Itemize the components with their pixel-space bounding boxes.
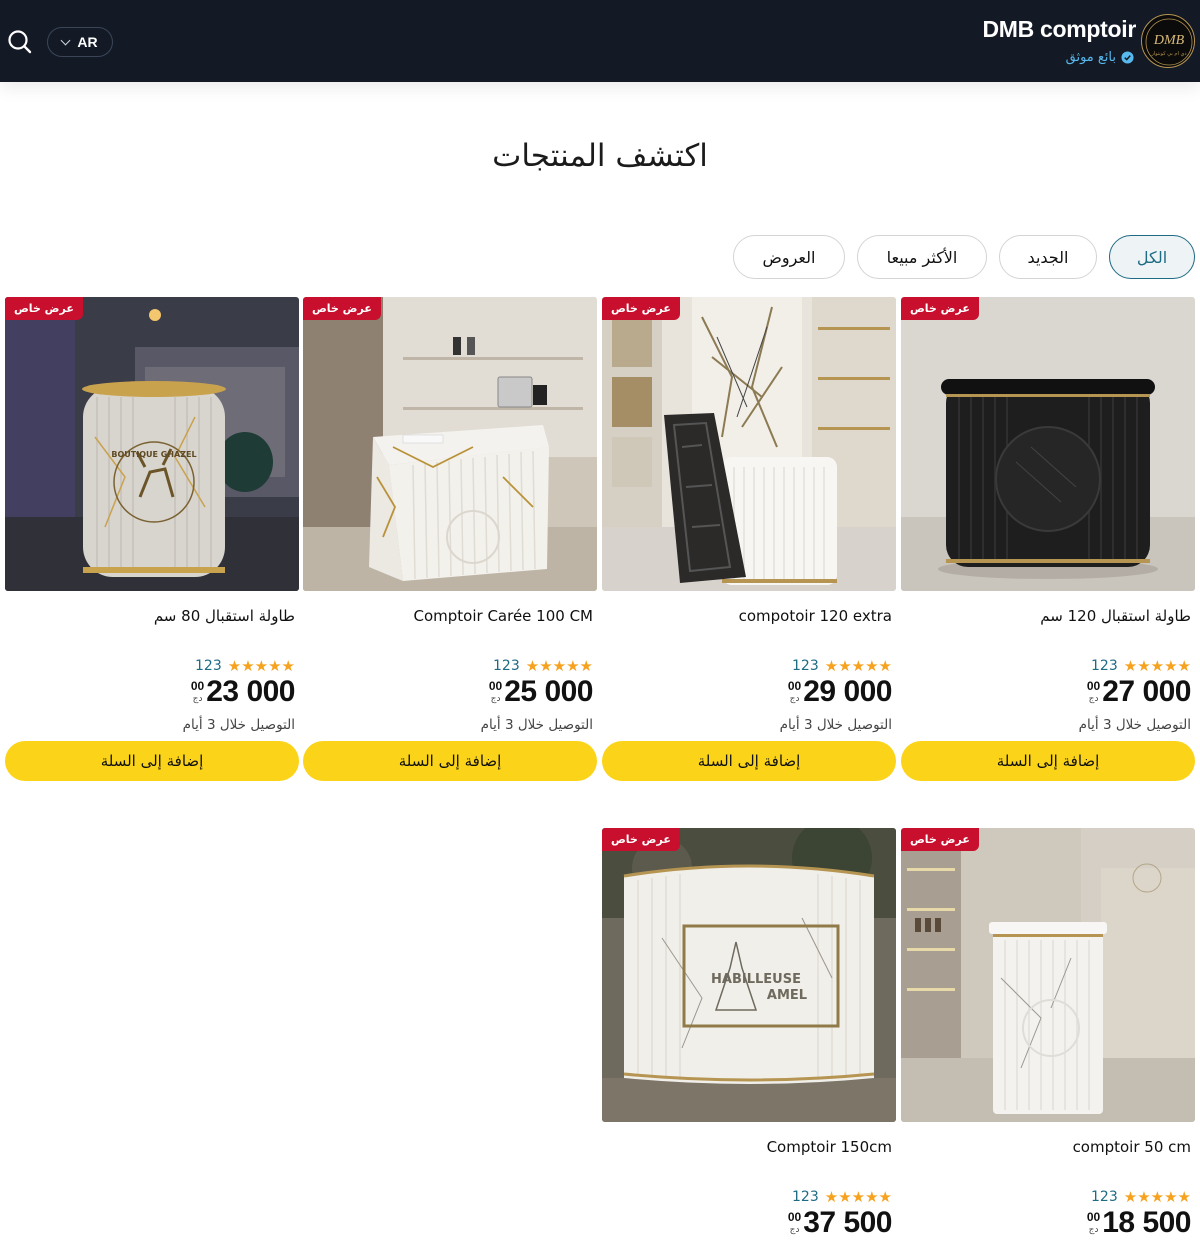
- product-rating: 123 ★★★★★: [1091, 1188, 1191, 1206]
- review-count: 123: [493, 658, 520, 674]
- product-name[interactable]: comptoir 50 cm: [1073, 1138, 1191, 1156]
- product-name[interactable]: طاولة استقبال 80 سم: [154, 607, 295, 625]
- price-cents: 00: [1086, 1210, 1101, 1224]
- special-offer-badge: عرض خاص: [602, 297, 680, 320]
- add-to-cart-button[interactable]: إضافة إلى السلة: [602, 741, 896, 781]
- product-card[interactable]: HABILLEUSE AMEL عرض خاص Comptoir 150cm 1…: [602, 828, 896, 1239]
- star-rating-icon: ★★★★★: [1123, 1188, 1191, 1206]
- tab-best-sellers[interactable]: الأكثر مبيعا: [857, 235, 987, 279]
- delivery-time: التوصيل خلال 3 أيام: [1078, 717, 1191, 733]
- add-to-cart-button[interactable]: إضافة إلى السلة: [901, 741, 1195, 781]
- product-card[interactable]: عرض خاص طاولة استقبال 120 سم 123 ★★★★★ 0…: [901, 297, 1195, 781]
- product-card[interactable]: BOUTIQUE GHAZEL عرض خاص طاولة استقبال 80…: [5, 297, 299, 781]
- price-amount: 27 000: [1102, 675, 1191, 708]
- language-selector[interactable]: AR: [47, 27, 113, 57]
- top-header: AR DMB comptoir بائع موثق DMB دي ام بي ك…: [0, 0, 1200, 82]
- price-cents: 00: [190, 679, 205, 693]
- review-count: 123: [1091, 1189, 1118, 1205]
- chevron-down-icon: [60, 35, 71, 45]
- special-offer-badge: عرض خاص: [602, 828, 680, 851]
- verified-badge-icon: [1121, 51, 1134, 64]
- price-cents: 00: [488, 679, 503, 693]
- price-cents: 00: [1086, 679, 1101, 693]
- verified-label: بائع موثق: [1065, 50, 1116, 65]
- price-amount: 18 500: [1102, 1206, 1191, 1239]
- logo-text: DMB: [1153, 33, 1185, 48]
- star-rating-icon: ★★★★★: [824, 1188, 892, 1206]
- product-name[interactable]: طاولة استقبال 120 سم: [1040, 607, 1191, 625]
- product-rating: 123 ★★★★★: [195, 657, 295, 675]
- product-image[interactable]: عرض خاص: [303, 297, 597, 591]
- product-name[interactable]: Comptoir 150cm: [767, 1138, 892, 1156]
- add-to-cart-button[interactable]: إضافة إلى السلة: [5, 741, 299, 781]
- price-amount: 23 000: [206, 675, 295, 708]
- product-rating: 123 ★★★★★: [792, 657, 892, 675]
- filter-tabs: الكل الجديد الأكثر مبيعا العروض: [733, 235, 1195, 279]
- price-cents: 00: [787, 1210, 802, 1224]
- price-currency: دج: [1088, 694, 1099, 704]
- delivery-time: التوصيل خلال 3 أيام: [779, 717, 892, 733]
- habilleuse-line1: HABILLEUSE: [711, 972, 801, 987]
- language-label: AR: [77, 34, 98, 50]
- product-rating: 123 ★★★★★: [1091, 657, 1191, 675]
- price-currency: دج: [789, 694, 800, 704]
- tab-offers[interactable]: العروض: [733, 235, 845, 279]
- boutique-logo-text: BOUTIQUE GHAZEL: [111, 450, 196, 459]
- product-name[interactable]: compotoir 120 extra: [739, 607, 892, 625]
- search-icon[interactable]: [6, 28, 34, 56]
- habilleuse-line2: AMEL: [767, 988, 807, 1003]
- logo-subtext: دي ام بي كونتوار: [1150, 51, 1186, 57]
- price-amount: 29 000: [803, 675, 892, 708]
- review-count: 123: [792, 658, 819, 674]
- product-rating: 123 ★★★★★: [792, 1188, 892, 1206]
- star-rating-icon: ★★★★★: [227, 657, 295, 675]
- price-currency: دج: [1088, 1225, 1099, 1235]
- product-image[interactable]: عرض خاص: [901, 828, 1195, 1122]
- product-price: 00 دج 29 000: [787, 675, 893, 709]
- star-rating-icon: ★★★★★: [1123, 657, 1191, 675]
- product-image[interactable]: عرض خاص: [901, 297, 1195, 591]
- review-count: 123: [792, 1189, 819, 1205]
- tab-all[interactable]: الكل: [1109, 235, 1195, 279]
- product-price: 00 دج 18 500: [1086, 1206, 1192, 1240]
- shop-logo[interactable]: DMB دي ام بي كونتوار: [1141, 14, 1195, 68]
- delivery-time: التوصيل خلال 3 أيام: [182, 717, 295, 733]
- product-image[interactable]: HABILLEUSE AMEL عرض خاص: [602, 828, 896, 1122]
- product-name[interactable]: Comptoir Carée 100 CM: [414, 607, 594, 625]
- product-price: 00 دج 25 000: [488, 675, 594, 709]
- special-offer-badge: عرض خاص: [901, 828, 979, 851]
- product-image[interactable]: عرض خاص: [602, 297, 896, 591]
- price-amount: 37 500: [803, 1206, 892, 1239]
- review-count: 123: [195, 658, 222, 674]
- product-rating: 123 ★★★★★: [493, 657, 593, 675]
- special-offer-badge: عرض خاص: [901, 297, 979, 320]
- product-image[interactable]: BOUTIQUE GHAZEL عرض خاص: [5, 297, 299, 591]
- product-price: 00 دج 27 000: [1086, 675, 1192, 709]
- shop-name[interactable]: DMB comptoir: [982, 16, 1136, 43]
- price-currency: دج: [490, 694, 501, 704]
- special-offer-badge: عرض خاص: [303, 297, 381, 320]
- review-count: 123: [1091, 658, 1118, 674]
- page-title: اكتشف المنتجات: [492, 138, 708, 174]
- price-currency: دج: [789, 1225, 800, 1235]
- price-currency: دج: [192, 694, 203, 704]
- star-rating-icon: ★★★★★: [824, 657, 892, 675]
- product-card[interactable]: عرض خاص compotoir 120 extra 123 ★★★★★ 00…: [602, 297, 896, 781]
- product-price: 00 دج 37 500: [787, 1206, 893, 1240]
- add-to-cart-button[interactable]: إضافة إلى السلة: [303, 741, 597, 781]
- special-offer-badge: عرض خاص: [5, 297, 83, 320]
- price-amount: 25 000: [504, 675, 593, 708]
- product-card[interactable]: عرض خاص Comptoir Carée 100 CM 123 ★★★★★ …: [303, 297, 597, 781]
- delivery-time: التوصيل خلال 3 أيام: [480, 717, 593, 733]
- product-card[interactable]: عرض خاص comptoir 50 cm 123 ★★★★★ 00 دج 18…: [901, 828, 1195, 1239]
- price-cents: 00: [787, 679, 802, 693]
- product-price: 00 دج 23 000: [190, 675, 296, 709]
- verified-seller: بائع موثق: [1066, 50, 1134, 65]
- star-rating-icon: ★★★★★: [525, 657, 593, 675]
- tab-new[interactable]: الجديد: [999, 235, 1097, 279]
